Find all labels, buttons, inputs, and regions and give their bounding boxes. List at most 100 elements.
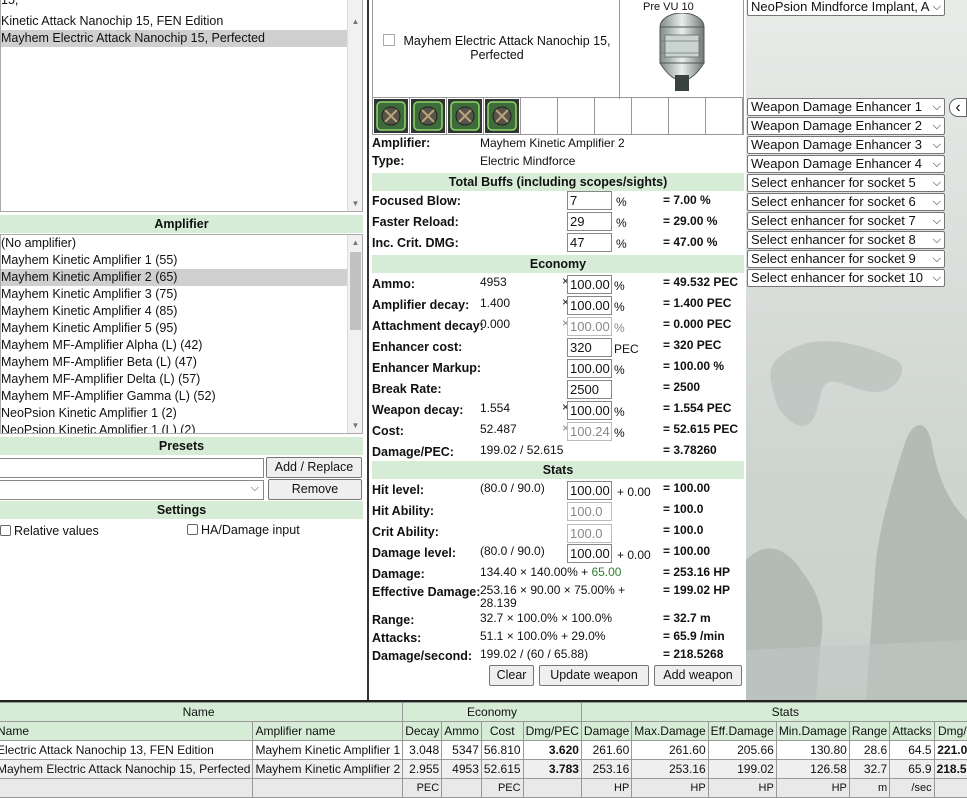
add-replace-button[interactable]: Add / Replace <box>266 457 362 478</box>
enhancer-slot-filled[interactable] <box>373 98 410 134</box>
list-item[interactable]: Mayhem MF-Amplifier Beta (L) (47) <box>1 354 362 371</box>
column-header[interactable]: Attacks <box>889 721 935 741</box>
column-header[interactable]: Max.Damage <box>631 721 709 741</box>
list-item[interactable]: Mayhem Kinetic Amplifier 1 (55) <box>1 252 362 269</box>
scroll-down-icon[interactable]: ▼ <box>348 419 362 433</box>
enh-cost-input[interactable]: 320 <box>567 338 612 357</box>
scroll-down-icon[interactable]: ▼ <box>348 197 362 211</box>
enhancer-select-value: Select enhancer for socket 7 <box>751 213 916 228</box>
inc-crit-dmg-input[interactable]: 47 <box>567 233 612 252</box>
remove-button[interactable]: Remove <box>268 479 362 500</box>
enhancer-slot-empty[interactable] <box>595 98 632 134</box>
enhancer-select-8[interactable]: Select enhancer for socket 8 ⌵ <box>747 231 945 249</box>
hit-level-input[interactable]: 100.00 <box>567 481 612 500</box>
ha-damage-toggle[interactable]: HA/Damage input <box>187 523 300 537</box>
enhancer-chip-icon <box>374 99 408 133</box>
enhancer-select-4[interactable]: Weapon Damage Enhancer 4 ⌵ <box>747 155 945 173</box>
list-item-selected[interactable]: Mayhem Electric Attack Nanochip 15, Perf… <box>1 30 362 47</box>
damage-label: Damage: <box>372 567 425 581</box>
table-cell: 4953 <box>441 759 482 779</box>
implant-select[interactable]: NeoPsion Mindforce Implant, A ⌵ <box>747 0 945 16</box>
enhancer-select-9[interactable]: Select enhancer for socket 9 ⌵ <box>747 250 945 268</box>
amp-decay-result: = 1.400 PEC <box>663 296 732 310</box>
scroll-thumb[interactable] <box>350 252 361 330</box>
enhancer-slot-empty[interactable] <box>706 98 743 134</box>
add-weapon-button[interactable]: Add weapon <box>654 665 742 686</box>
preset-select[interactable]: ⌵ <box>0 480 264 500</box>
list-item[interactable]: Kinetic Attack Nanochip 15, FEN Edition <box>1 13 362 30</box>
scroll-up-icon[interactable]: ▲ <box>348 15 362 29</box>
column-header[interactable]: Ammo <box>441 721 482 741</box>
list-item[interactable]: Mayhem MF-Amplifier Alpha (L) (42) <box>1 337 362 354</box>
column-header[interactable]: Dmg/sec <box>933 721 967 741</box>
enhancer-select-1[interactable]: Weapon Damage Enhancer 1 ⌵ <box>747 98 945 116</box>
table-cell: 5347 <box>441 740 482 760</box>
presets-header: Presets <box>0 437 363 455</box>
enhancer-slot-empty[interactable] <box>669 98 706 134</box>
enhancer-select-3[interactable]: Weapon Damage Enhancer 3 ⌵ <box>747 136 945 154</box>
ha-damage-checkbox[interactable] <box>187 524 198 535</box>
enhancer-slot-filled[interactable] <box>447 98 484 134</box>
dps-label: Damage/second: <box>372 649 473 663</box>
relative-values-toggle[interactable]: Relative values <box>0 524 99 538</box>
clear-button[interactable]: Clear <box>489 665 534 686</box>
column-header[interactable]: Range <box>848 721 891 741</box>
enhancer-slot-filled[interactable] <box>484 98 521 134</box>
list-item[interactable]: Mayhem Kinetic Amplifier 5 (95) <box>1 320 362 337</box>
table-row[interactable]: Mayhem Electric Attack Nanochip 15, Perf… <box>0 759 967 779</box>
column-header[interactable]: Eff.Damage <box>707 721 777 741</box>
list-item[interactable]: Mayhem Kinetic Amplifier 4 (85) <box>1 303 362 320</box>
list-item[interactable]: Mayhem MF-Amplifier Delta (L) (57) <box>1 371 362 388</box>
list-item[interactable]: NeoPsion Kinetic Amplifier 1 (2) <box>1 405 362 422</box>
crit-ability-result: = 100.0 <box>663 523 704 537</box>
break-rate-input[interactable]: 2500 <box>567 380 612 399</box>
percent-sign: % <box>614 321 625 335</box>
enh-markup-input[interactable]: 100.00 <box>567 359 612 378</box>
enhancer-slot-empty[interactable] <box>521 98 558 134</box>
collapse-button[interactable]: ‹ <box>949 98 967 117</box>
enhancer-select-value: Weapon Damage Enhancer 4 <box>751 156 923 171</box>
column-header[interactable]: Decay <box>402 721 443 741</box>
table-row[interactable]: Electric Attack Nanochip 13, FEN Edition… <box>0 740 967 760</box>
enhancer-select-10[interactable]: Select enhancer for socket 10 ⌵ <box>747 269 945 287</box>
list-item[interactable]: Mayhem Kinetic Amplifier 3 (75) <box>1 286 362 303</box>
enhancer-select-2[interactable]: Weapon Damage Enhancer 2 ⌵ <box>747 117 945 135</box>
column-header[interactable]: Dmg/PEC <box>522 721 582 741</box>
list-item[interactable]: Mayhem MF-Amplifier Gamma (L) (52) <box>1 388 362 405</box>
preset-name-input[interactable] <box>0 458 264 478</box>
table-cell: 130.80 <box>775 740 850 760</box>
amp-decay-markup-input[interactable]: 100.00 <box>567 296 612 315</box>
column-header[interactable]: Cost <box>480 721 524 741</box>
list-item-selected[interactable]: Mayhem Kinetic Amplifier 2 (65) <box>1 269 362 286</box>
weapon-list[interactable]: 15, Kinetic Attack Nanochip 15, FEN Edit… <box>0 0 363 212</box>
weapon-list-scrollbar[interactable]: ▲ ▼ <box>347 0 362 211</box>
enhancer-slot-empty[interactable] <box>558 98 595 134</box>
update-weapon-button[interactable]: Update weapon <box>539 665 649 686</box>
scroll-up-icon[interactable]: ▲ <box>348 236 362 250</box>
column-header[interactable]: Damage <box>580 721 633 741</box>
enhancer-slot-empty[interactable] <box>632 98 669 134</box>
version-label: Pre VU 10 <box>643 1 694 13</box>
list-item[interactable]: (No amplifier) <box>1 235 362 252</box>
column-header[interactable]: Amplifier name <box>252 721 404 741</box>
chevron-down-icon: ⌵ <box>932 139 941 151</box>
amplifier-list-scrollbar[interactable]: ▲ ▼ <box>347 235 362 433</box>
damage-level-input[interactable]: 100.00 <box>567 544 612 563</box>
amp-decay-label: Amplifier decay: <box>372 298 470 312</box>
ammo-markup-input[interactable]: 100.00 <box>567 275 612 294</box>
relative-values-checkbox[interactable] <box>0 525 11 536</box>
focused-blow-input[interactable]: 7 <box>567 191 612 210</box>
amplifier-list[interactable]: (No amplifier) Mayhem Kinetic Amplifier … <box>0 234 363 434</box>
enhancer-select-5[interactable]: Select enhancer for socket 5 ⌵ <box>747 174 945 192</box>
column-header[interactable]: Name <box>0 721 254 741</box>
weapon-list-partial[interactable]: 15, <box>1 0 362 9</box>
dpp-result: = 3.78260 <box>663 443 717 457</box>
chevron-down-icon: ⌵ <box>932 196 941 208</box>
enhancer-select-6[interactable]: Select enhancer for socket 6 ⌵ <box>747 193 945 211</box>
enhancer-select-7[interactable]: Select enhancer for socket 7 ⌵ <box>747 212 945 230</box>
list-item[interactable]: NeoPsion Kinetic Amplifier 1 (L) (2) <box>1 422 362 433</box>
faster-reload-input[interactable]: 29 <box>567 212 612 231</box>
column-header[interactable]: Min.Damage <box>775 721 850 741</box>
weapon-decay-markup-input[interactable]: 100.00 <box>567 401 612 420</box>
enhancer-slot-filled[interactable] <box>410 98 447 134</box>
